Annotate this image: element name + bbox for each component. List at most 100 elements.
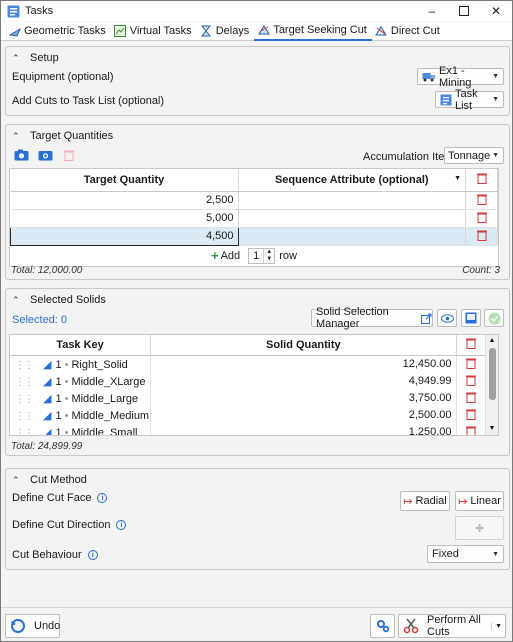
target-count: Count: 3 xyxy=(462,265,500,276)
equipment-select[interactable]: Ex1 - Mining ▼ xyxy=(417,65,504,89)
delete-row-icon[interactable] xyxy=(456,406,487,424)
column-header-attribute[interactable]: Sequence Attribute (optional) ▼ xyxy=(238,169,467,192)
selected-solids-header[interactable]: ⌃ Selected Solids xyxy=(12,294,106,306)
column-header-target[interactable]: Target Quantity xyxy=(10,169,239,192)
target-quantity-cell[interactable]: 5,000 xyxy=(10,209,239,228)
solid-quantity-cell[interactable]: 12,450.00 xyxy=(150,355,457,373)
table-row[interactable]: 5,000 xyxy=(10,209,498,228)
task-key-cell[interactable]: ⋮⋮ ◢ 1 • Right_Solid xyxy=(10,355,152,373)
task-key-cell[interactable]: ⋮⋮ ◢ 1 • Middle_Medium xyxy=(10,406,152,424)
solid-quantity-cell[interactable]: 2,500.00 xyxy=(150,406,457,424)
cut-direction-row: Define Cut Direction i xyxy=(12,519,127,531)
accumulation-select[interactable]: Tonnage ▼ xyxy=(444,147,504,164)
table-row[interactable]: ⋮⋮ ◢ 1 • Middle_Small 1,250.00 xyxy=(10,423,487,436)
tab-target-seeking-cut[interactable]: Target Seeking Cut xyxy=(254,22,372,41)
radial-button[interactable]: ↦ Radial xyxy=(400,491,450,511)
solid-quantity-cell[interactable]: 3,750.00 xyxy=(150,389,457,407)
view-selection-button[interactable] xyxy=(437,309,457,327)
delete-row-icon[interactable] xyxy=(465,191,498,210)
table-row[interactable]: 2,500 xyxy=(10,191,498,210)
table-row[interactable]: ⋮⋮ ◢ 1 • Right_Solid 12,450.00 xyxy=(10,355,487,373)
task-key-cell[interactable]: ⋮⋮ ◢ 1 • Middle_Small xyxy=(10,423,152,436)
target-quantity-cell[interactable]: 4,500 xyxy=(10,226,239,246)
table-row[interactable]: ⋮⋮ ◢ 1 • Middle_Medium 2,500.00 xyxy=(10,406,487,424)
section-title: Target Quantities xyxy=(30,130,114,142)
chevron-down-icon[interactable]: ▼ xyxy=(454,175,461,182)
maximize-button[interactable] xyxy=(448,1,480,21)
undo-button[interactable]: Undo xyxy=(5,614,60,638)
task-list-select[interactable]: Task List ▼ xyxy=(435,88,504,112)
drag-handle-icon[interactable]: ⋮⋮ xyxy=(11,428,34,436)
target-quantities-header[interactable]: ⌃ Target Quantities xyxy=(12,130,113,142)
delete-all-icon[interactable] xyxy=(465,169,498,192)
tab-label: Delays xyxy=(215,25,250,37)
sequence-attribute-cell[interactable] xyxy=(238,209,467,228)
delete-row-icon[interactable] xyxy=(465,227,498,246)
drag-handle-icon[interactable]: ⋮⋮ xyxy=(11,411,34,422)
scroll-down-icon[interactable]: ▼ xyxy=(486,423,498,435)
add-row-count-stepper[interactable]: 1 ▲ ▼ xyxy=(248,247,276,264)
info-icon[interactable]: i xyxy=(97,493,108,503)
camera-add-icon[interactable] xyxy=(11,147,31,163)
add-row-button[interactable]: Add xyxy=(221,250,241,262)
solid-selection-manager-button[interactable]: Solid Selection Manager xyxy=(311,306,433,330)
vertical-scrollbar[interactable]: ▲ ▼ xyxy=(485,335,498,435)
solid-icon: ◢ xyxy=(43,409,52,422)
cut-direction-label: Define Cut Direction xyxy=(12,519,111,531)
delete-row-icon[interactable] xyxy=(456,389,487,407)
info-icon[interactable]: i xyxy=(116,520,127,530)
drag-handle-icon[interactable]: ⋮⋮ xyxy=(11,360,34,371)
table-row[interactable]: ⋮⋮ ◢ 1 • Middle_Large 3,750.00 xyxy=(10,389,487,407)
table-header-row: Task Key Solid Quantity xyxy=(10,335,487,356)
scroll-thumb[interactable] xyxy=(489,348,496,400)
column-header-task-key[interactable]: Task Key xyxy=(10,335,152,356)
delete-all-icon[interactable] xyxy=(456,335,487,356)
setup-header[interactable]: ⌃ Setup xyxy=(12,52,59,64)
gears-icon xyxy=(376,619,390,633)
cut-method-header[interactable]: ⌃ Cut Method xyxy=(12,474,87,486)
close-button[interactable]: ✕ xyxy=(480,1,512,21)
delete-row-icon[interactable] xyxy=(456,355,487,373)
task-key-cell[interactable]: ⋮⋮ ◢ 1 • Middle_XLarge xyxy=(10,372,152,390)
table-row[interactable]: ⋮⋮ ◢ 1 • Middle_XLarge 4,949.99 xyxy=(10,372,487,390)
title-bar: Tasks – ✕ xyxy=(1,1,512,21)
info-icon[interactable]: i xyxy=(87,550,98,560)
solid-icon: ◢ xyxy=(43,392,52,405)
target-quantity-cell[interactable]: 2,500 xyxy=(10,191,239,210)
tab-label: Direct Cut xyxy=(390,25,440,37)
drag-handle-icon[interactable]: ⋮⋮ xyxy=(11,377,34,388)
cut-behaviour-value: Fixed xyxy=(432,548,459,560)
delete-row-icon[interactable] xyxy=(465,209,498,228)
table-row-selected[interactable]: 4,500 xyxy=(10,226,498,246)
cut-face-label: Define Cut Face xyxy=(12,492,92,504)
stepper-arrows-icon[interactable]: ▲ ▼ xyxy=(263,248,274,263)
select-in-view-button[interactable] xyxy=(461,309,481,327)
selected-count: Selected: 0 xyxy=(12,314,68,326)
tab-direct-cut[interactable]: Direct Cut xyxy=(372,22,445,41)
settings-button[interactable] xyxy=(370,614,395,638)
delete-row-icon[interactable] xyxy=(456,372,487,390)
confirm-selection-button[interactable] xyxy=(484,309,504,327)
task-key-cell[interactable]: ⋮⋮ ◢ 1 • Middle_Large xyxy=(10,389,152,407)
define-direction-button[interactable]: ✚ xyxy=(455,516,504,540)
solid-quantity-cell[interactable]: 4,949.99 xyxy=(150,372,457,390)
tab-geometric-tasks[interactable]: Geometric Tasks xyxy=(5,22,111,41)
delete-row-icon[interactable] xyxy=(456,423,487,435)
column-header-solid-quantity[interactable]: Solid Quantity xyxy=(150,335,457,356)
sequence-attribute-cell[interactable] xyxy=(238,227,467,246)
section-title: Cut Method xyxy=(30,474,87,486)
tab-virtual-tasks[interactable]: Virtual Tasks xyxy=(111,22,197,41)
chevron-down-icon[interactable]: ▼ xyxy=(491,622,502,630)
camera-icon[interactable] xyxy=(35,147,55,163)
add-row-count[interactable]: 1 xyxy=(249,250,263,262)
minimize-button[interactable]: – xyxy=(416,1,448,21)
solid-quantity-cell[interactable]: 1,250.00 xyxy=(150,423,457,435)
cut-behaviour-select[interactable]: Fixed ▼ xyxy=(427,545,504,563)
linear-button[interactable]: ↦ Linear xyxy=(455,491,504,511)
scroll-up-icon[interactable]: ▲ xyxy=(486,335,498,347)
sequence-attribute-cell[interactable] xyxy=(238,191,467,210)
drag-handle-icon[interactable]: ⋮⋮ xyxy=(11,394,34,405)
button-label: Solid Selection Manager xyxy=(316,306,389,330)
perform-all-cuts-button[interactable]: Perform All Cuts ▼ xyxy=(398,614,506,638)
tab-delays[interactable]: Delays xyxy=(197,22,255,41)
